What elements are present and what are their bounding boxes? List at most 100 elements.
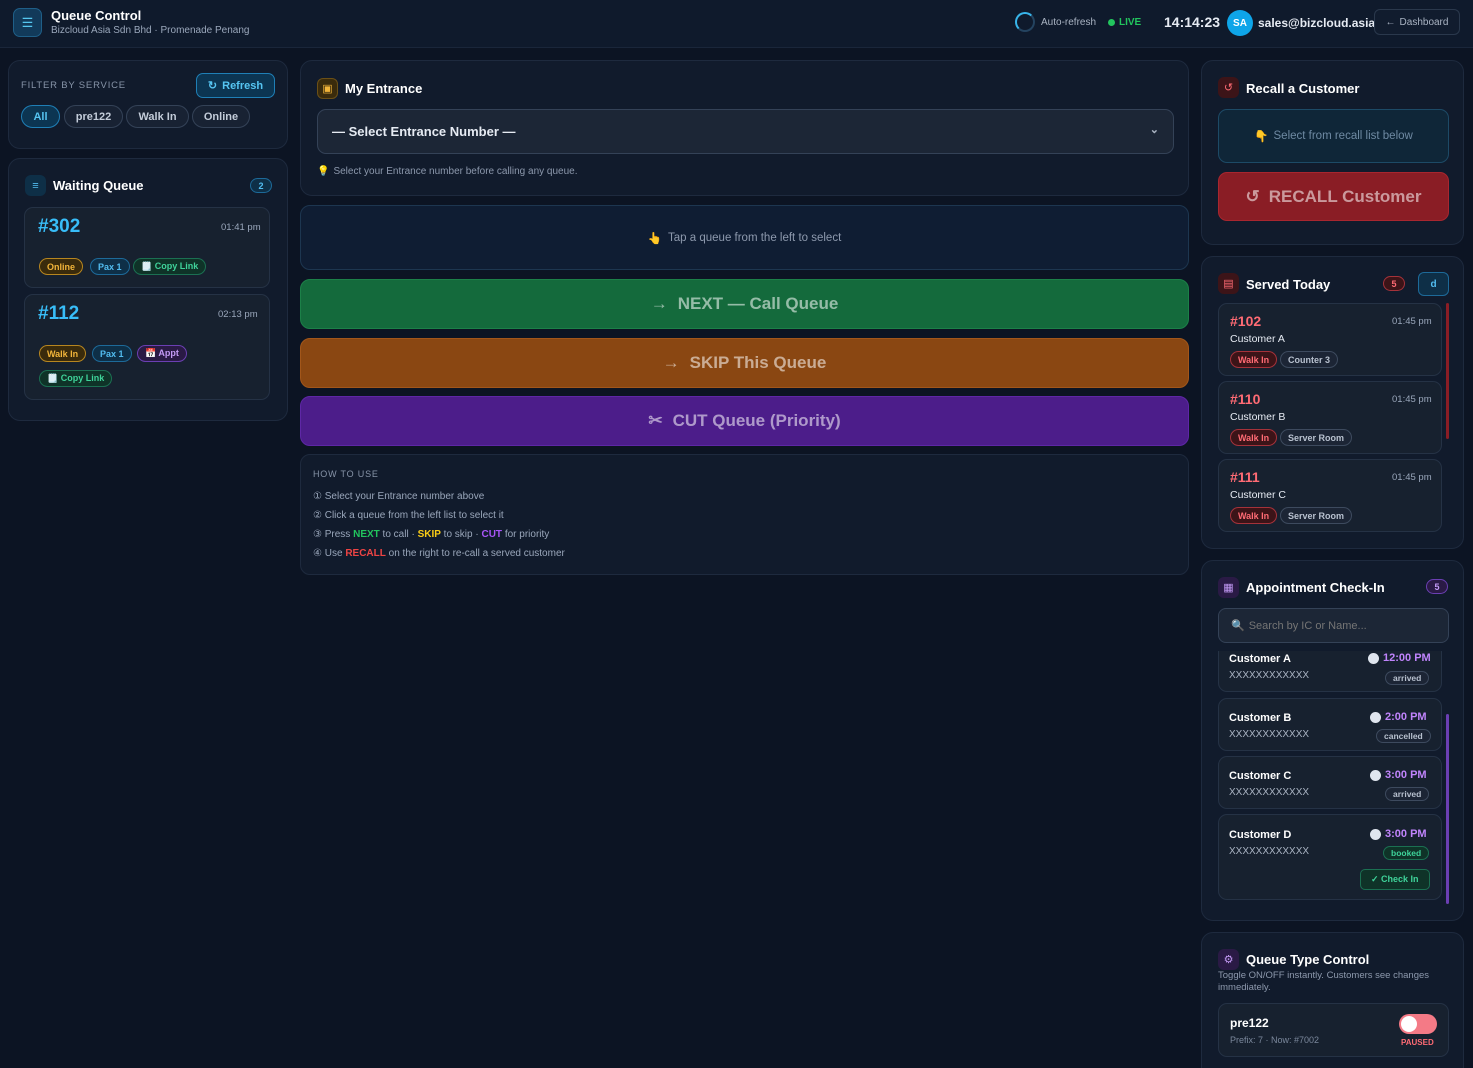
appointment-time: 2:00 PM — [1370, 711, 1427, 723]
queue-card[interactable]: #302 01:41 pm Online Pax 1 🗒️ Copy Link — [24, 207, 270, 288]
filter-pre122[interactable]: pre122 — [64, 105, 123, 128]
app-title: Queue Control — [51, 8, 142, 23]
how-to-step-3: ③ Press NEXT to call · SKIP to skip · CU… — [313, 529, 549, 540]
entrance-title: My Entrance — [345, 81, 423, 96]
next-call-button[interactable]: → NEXT — Call Queue — [300, 279, 1189, 329]
refresh-button[interactable]: ↻ Refresh — [196, 73, 275, 98]
waiting-queue-title: Waiting Queue — [53, 178, 144, 193]
copy-link-button[interactable]: 🗒️ Copy Link — [133, 258, 207, 275]
top-bar: ☰ Queue Control Bizcloud Asia Sdn Bhd · … — [0, 0, 1473, 48]
arrow-right-icon: → — [662, 353, 680, 372]
appointment-card[interactable]: Customer B XXXXXXXXXXXX 2:00 PM cancelle… — [1218, 698, 1442, 751]
served-number: #111 — [1230, 469, 1260, 485]
pax-tag: Pax 1 — [92, 345, 132, 362]
check-in-button[interactable]: ✓ Check In — [1360, 869, 1430, 890]
served-card[interactable]: #102 01:45 pm Customer A Walk In Counter… — [1218, 303, 1442, 376]
type-tag: Online — [39, 258, 84, 275]
waiting-queue-panel: ≡ Waiting Queue 2 #302 01:41 pm Online P… — [8, 158, 288, 421]
arrow-left-icon: ← — [1385, 16, 1396, 28]
entrance-hint-text: Select your Entrance number before calli… — [333, 166, 578, 177]
filter-walk-in[interactable]: Walk In — [126, 105, 189, 128]
step3-text: to skip · — [440, 529, 482, 540]
appointment-list: Customer A XXXXXXXXXXXX 12:00 PM arrived… — [1218, 651, 1442, 902]
recall-select[interactable]: 👇 Select from recall list below — [1218, 109, 1449, 163]
recall-title: Recall a Customer — [1246, 81, 1360, 96]
appointment-ic: XXXXXXXXXXXX — [1229, 787, 1310, 798]
served-number: #102 — [1230, 313, 1262, 329]
served-scrollbar[interactable] — [1446, 303, 1449, 439]
selected-queue-box: 👆 Tap a queue from the left to select — [300, 205, 1189, 270]
type-tag: Walk In — [1230, 429, 1278, 446]
clock-icon — [1370, 769, 1381, 781]
queue-time: 02:13 pm — [218, 309, 258, 320]
live-label: LIVE — [1119, 17, 1142, 28]
type-tag: Walk In — [1230, 507, 1278, 524]
served-name: Customer A — [1230, 333, 1285, 345]
cut-priority-button[interactable]: ✂ CUT Queue (Priority) — [300, 396, 1189, 446]
queue-number: #112 — [38, 303, 80, 324]
entrance-icon: ▣ — [317, 78, 338, 99]
appointment-time-text: 2:00 PM — [1385, 711, 1427, 723]
step3-text: ③ Press — [313, 529, 354, 540]
type-tag: Walk In — [39, 345, 87, 362]
refresh-spinner-icon — [1015, 12, 1035, 32]
dashboard-label: Dashboard — [1399, 16, 1449, 28]
selected-queue-hint: Tap a queue from the left to select — [668, 231, 842, 244]
status-badge: arrived — [1385, 787, 1430, 801]
step4-recall: RECALL — [345, 548, 386, 559]
filter-all[interactable]: All — [21, 105, 60, 128]
appointment-time-text: 12:00 PM — [1383, 652, 1431, 664]
queue-card[interactable]: #112 02:13 pm Walk In Pax 1 📅 Appt 🗒️ Co… — [24, 294, 270, 400]
queue-type-meta: Prefix: 7 · Now: #7002 — [1230, 1035, 1320, 1045]
queue-type-state: PAUSED — [1401, 1038, 1434, 1047]
counter-tag: Server Room — [1280, 507, 1353, 524]
step3-cut: CUT — [481, 529, 503, 540]
served-name: Customer B — [1230, 411, 1286, 423]
appointment-scrollbar[interactable] — [1446, 714, 1449, 904]
queue-type-toggle[interactable] — [1399, 1014, 1437, 1034]
entrance-select[interactable]: — Select Entrance Number — ⌄ — [317, 109, 1174, 154]
appointment-time: 3:00 PM — [1370, 828, 1427, 840]
served-filter-button[interactable]: d — [1418, 272, 1449, 296]
served-card[interactable]: #111 01:45 pm Customer C Walk In Server … — [1218, 459, 1442, 532]
calendar-icon: ▦ — [1218, 577, 1239, 598]
served-card[interactable]: #110 01:45 pm Customer B Walk In Server … — [1218, 381, 1442, 454]
appointment-title: Appointment Check-In — [1246, 580, 1385, 595]
avatar[interactable]: SA — [1227, 10, 1253, 36]
clock-icon — [1368, 652, 1379, 664]
appointment-card[interactable]: Customer C XXXXXXXXXXXX 3:00 PM arrived — [1218, 756, 1442, 809]
auto-refresh-label: Auto-refresh — [1041, 17, 1097, 28]
search-icon: 🔍 — [1231, 620, 1245, 632]
recall-button-label: RECALL Customer — [1268, 186, 1422, 206]
recall-button[interactable]: ↺ RECALL Customer — [1218, 172, 1449, 221]
chevron-down-icon: ⌄ — [1149, 124, 1159, 136]
appointment-card[interactable]: Customer A XXXXXXXXXXXX 12:00 PM arrived — [1218, 651, 1442, 692]
appointment-ic: XXXXXXXXXXXX — [1229, 729, 1310, 740]
clock-icon — [1370, 711, 1381, 723]
appointment-count-badge: 5 — [1426, 579, 1448, 594]
clock: 14:14:23 — [1164, 14, 1221, 30]
clipboard-icon: ▤ — [1218, 273, 1239, 294]
waiting-count-badge: 2 — [250, 178, 272, 193]
app-subtitle: Bizcloud Asia Sdn Bhd · Promenade Penang — [51, 25, 250, 36]
next-label: NEXT — Call Queue — [677, 294, 839, 313]
appointment-panel: ▦ Appointment Check-In 5 🔍 Customer A XX… — [1201, 560, 1464, 921]
appointment-search[interactable]: 🔍 — [1218, 608, 1449, 643]
appointment-search-input[interactable] — [1248, 619, 1439, 632]
step3-skip: SKIP — [417, 529, 441, 540]
filter-online[interactable]: Online — [192, 105, 250, 128]
status-badge: booked — [1383, 846, 1430, 860]
appointment-card[interactable]: Customer D XXXXXXXXXXXX 3:00 PM booked ✓… — [1218, 814, 1442, 900]
served-count-badge: 5 — [1383, 276, 1405, 291]
skip-button[interactable]: → SKIP This Queue — [300, 338, 1189, 388]
served-number: #110 — [1230, 391, 1261, 407]
how-to-step-2: ② Click a queue from the left list to se… — [313, 510, 504, 521]
counter-tag: Counter 3 — [1280, 351, 1339, 368]
queue-type-name: pre122 — [1230, 1016, 1269, 1030]
step4-text: on the right to re-call a served custome… — [385, 548, 565, 559]
step3-next: NEXT — [353, 529, 380, 540]
copy-link-button[interactable]: 🗒️ Copy Link — [39, 370, 113, 387]
queue-time: 01:41 pm — [221, 222, 261, 233]
menu-button[interactable]: ☰ — [13, 8, 42, 37]
dashboard-button[interactable]: ← Dashboard — [1374, 9, 1460, 35]
